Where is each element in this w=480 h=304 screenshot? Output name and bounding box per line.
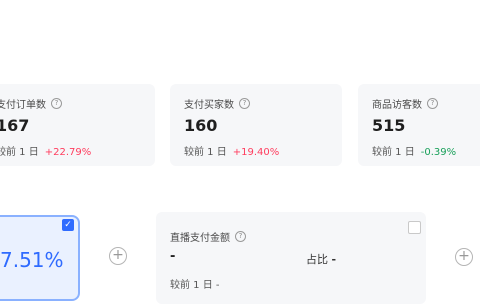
plus-circle-icon[interactable]: + bbox=[455, 248, 473, 266]
selected-metric-value: 7.51% bbox=[0, 248, 64, 272]
help-circle-icon[interactable]: ? bbox=[427, 98, 438, 109]
share-label: 占比 bbox=[306, 253, 328, 266]
plus-circle-icon[interactable]: + bbox=[109, 247, 127, 265]
checkbox-unchecked[interactable] bbox=[408, 221, 421, 234]
metric-compare: 较前 1 日 +19.40% bbox=[184, 143, 279, 158]
delta-up: +22.79% bbox=[44, 147, 92, 158]
share-value: - bbox=[331, 253, 337, 266]
metric-value: - bbox=[170, 249, 176, 264]
delta-up: +19.40% bbox=[232, 147, 280, 158]
compare-label: 较前 1 日 bbox=[372, 147, 415, 158]
metric-title-row: 支付订单数 ? bbox=[0, 96, 62, 111]
compare-label: 较前 1 日 bbox=[170, 280, 213, 291]
check-icon[interactable]: ✓ bbox=[62, 219, 74, 231]
metric-value: 167 bbox=[0, 116, 30, 135]
metric-title-row: 商品访客数 ? bbox=[372, 96, 438, 111]
help-circle-icon[interactable]: ? bbox=[51, 98, 62, 109]
metric-title: 直播支付金额 bbox=[170, 233, 230, 244]
metric-value: 160 bbox=[184, 116, 218, 135]
compare-value: - bbox=[215, 280, 220, 291]
delta-down: -0.39% bbox=[420, 147, 457, 158]
help-circle-icon[interactable]: ? bbox=[239, 98, 250, 109]
metric-value: 515 bbox=[372, 116, 406, 135]
metric-compare: 较前 1 日 +22.79% bbox=[0, 143, 91, 158]
help-circle-icon[interactable]: ? bbox=[235, 231, 246, 242]
metric-title-row: 支付买家数 ? bbox=[184, 96, 250, 111]
share-row: 占比 - bbox=[306, 251, 336, 267]
metric-title: 商品访客数 bbox=[372, 100, 422, 111]
metric-compare: 较前 1 日 - bbox=[170, 276, 220, 291]
compare-label: 较前 1 日 bbox=[184, 147, 227, 158]
metric-title: 支付买家数 bbox=[184, 100, 234, 111]
compare-label: 较前 1 日 bbox=[0, 147, 39, 158]
metric-compare: 较前 1 日 -0.39% bbox=[372, 143, 456, 158]
metric-title-row: 直播支付金额 ? bbox=[170, 229, 246, 244]
metric-title: 支付订单数 bbox=[0, 100, 46, 111]
